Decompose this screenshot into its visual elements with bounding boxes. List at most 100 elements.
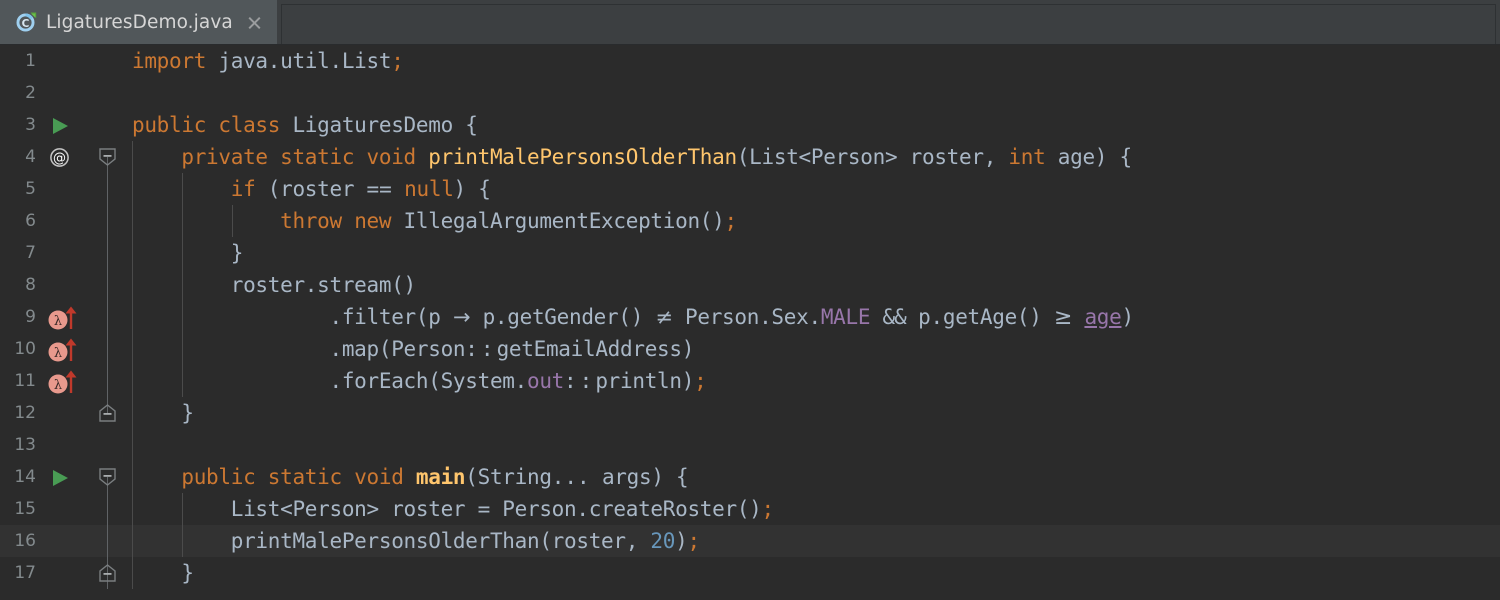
fold-region-end-icon[interactable] <box>97 403 118 423</box>
fold-area[interactable] <box>93 269 124 301</box>
code-line-6[interactable]: throw new IllegalArgumentException(); <box>124 205 1500 237</box>
code-line-1[interactable]: import java.util.List; <box>124 45 1500 77</box>
ligature-method-reference: :: <box>465 337 496 361</box>
code-line-2[interactable] <box>124 77 1500 109</box>
code-line-10[interactable]: .map(Person::getEmailAddress) <box>124 333 1500 365</box>
code-line-3[interactable]: public class LigaturesDemo { <box>124 109 1500 141</box>
code-line-8[interactable]: roster.stream() <box>124 269 1500 301</box>
token-main-params-start: (String <box>465 465 551 489</box>
run-class-icon[interactable] <box>53 118 68 134</box>
gutter-icon-area <box>41 205 93 237</box>
gutter-icon-area <box>41 461 93 493</box>
code-line-5[interactable]: if (roster == null) { <box>124 173 1500 205</box>
token-roster-assignment: List<Person> roster = Person.createRoste… <box>231 497 762 521</box>
fold-area[interactable] <box>93 141 124 173</box>
token-keyword-if: if <box>231 177 256 201</box>
gutter-icon-area <box>41 77 93 109</box>
gutter-icon-area: λ <box>41 365 93 397</box>
line-number: 11 <box>0 365 41 397</box>
fold-area[interactable] <box>93 205 124 237</box>
editor-line: 4 @ <box>0 141 1500 173</box>
fold-area[interactable] <box>93 237 124 269</box>
ligature-varargs-ellipsis: ... <box>552 465 590 489</box>
fold-area[interactable] <box>93 45 124 77</box>
editor-tab-bar: C LigaturesDemo.java <box>0 0 1500 45</box>
gutter-icon-area <box>41 109 93 141</box>
line-number: 3 <box>0 109 41 141</box>
line-number: 4 <box>0 141 41 173</box>
token-roster-stream: roster.stream() <box>231 273 416 297</box>
code-line-7[interactable]: } <box>124 237 1500 269</box>
code-line-16[interactable]: printMalePersonsOlderThan(roster, 20); <box>124 525 1500 557</box>
line-number: 7 <box>0 237 41 269</box>
fold-region-start-icon[interactable] <box>97 147 118 167</box>
code-line-17[interactable]: } <box>124 557 1500 589</box>
svg-text:C: C <box>22 18 30 30</box>
line-number: 17 <box>0 557 41 589</box>
fold-region-end-icon[interactable] <box>97 563 118 583</box>
fold-area[interactable] <box>93 77 124 109</box>
fold-area[interactable] <box>93 365 124 397</box>
token-parameter-age: age <box>1084 305 1121 329</box>
token-keyword-public: public <box>181 465 255 489</box>
fold-area[interactable] <box>93 525 124 557</box>
fold-area[interactable] <box>93 301 124 333</box>
editor-rows: 1 import java.util.List; 2 3 public clas… <box>0 45 1500 589</box>
line-number: 12 <box>0 397 41 429</box>
editor-tab-ligaturesdemo[interactable]: C LigaturesDemo.java <box>0 0 277 44</box>
close-icon[interactable] <box>246 14 263 31</box>
fold-area[interactable] <box>93 557 124 589</box>
token-close-paren: ) <box>675 529 687 553</box>
code-line-14[interactable]: public static void main(String... args) … <box>124 461 1500 493</box>
token-semicolon: ; <box>687 529 699 553</box>
gutter-icon-area: λ <box>41 333 93 365</box>
line-number: 2 <box>0 77 41 109</box>
code-line-11[interactable]: .forEach(System.out::println); <box>124 365 1500 397</box>
fold-area[interactable] <box>93 397 124 429</box>
fold-area[interactable] <box>93 493 124 525</box>
lambda-gutter-icon[interactable]: λ <box>46 337 88 362</box>
line-number: 6 <box>0 205 41 237</box>
token-keyword-int: int <box>1008 145 1045 169</box>
ligature-not-equals: ≠ <box>655 305 672 329</box>
code-line-13[interactable] <box>124 429 1500 461</box>
editor-line: 2 <box>0 77 1500 109</box>
editor-line: 7 } <box>0 237 1500 269</box>
token-foreach-open: .forEach(System. <box>330 369 528 393</box>
code-editor[interactable]: 1 import java.util.List; 2 3 public clas… <box>0 45 1500 600</box>
code-line-4[interactable]: private static void printMalePersonsOlde… <box>124 141 1500 173</box>
gutter-icon-area <box>41 173 93 205</box>
token-params-end: age) { <box>1045 145 1131 169</box>
gutter-icon-area <box>41 525 93 557</box>
svg-text:@: @ <box>53 151 66 166</box>
token-close-brace: } <box>231 241 243 265</box>
token-get-email-address: getEmailAddress) <box>497 337 695 361</box>
token-exception-call: IllegalArgumentException() <box>391 209 724 233</box>
editor-line: 8 roster.stream() <box>0 269 1500 301</box>
run-method-icon[interactable] <box>53 470 68 486</box>
editor-line: 12 } <box>0 397 1500 429</box>
editor-line-current: 16 printMalePersonsOlderThan(roster, 20)… <box>0 525 1500 557</box>
editor-tab-label: LigaturesDemo.java <box>46 12 233 33</box>
token-method-call: printMalePersonsOlderThan(roster, <box>231 529 651 553</box>
gutter-icon-area <box>41 429 93 461</box>
code-line-12[interactable]: } <box>124 397 1500 429</box>
gutter-icon-area <box>41 269 93 301</box>
lambda-gutter-icon[interactable]: λ <box>46 305 88 330</box>
fold-area[interactable] <box>93 333 124 365</box>
token-get-age: p.getAge() <box>906 305 1054 329</box>
token-method-declaration-main: main <box>416 465 465 489</box>
fold-region-start-icon[interactable] <box>97 467 118 487</box>
code-line-9[interactable]: .filter(p → p.getGender() ≠ Person.Sex.M… <box>124 301 1500 333</box>
gutter-icon-area <box>41 45 93 77</box>
fold-area[interactable] <box>93 173 124 205</box>
token-keyword-void: void <box>367 145 416 169</box>
code-line-15[interactable]: List<Person> roster = Person.createRoste… <box>124 493 1500 525</box>
override-method-icon[interactable]: @ <box>50 148 69 167</box>
line-number: 1 <box>0 45 41 77</box>
fold-area[interactable] <box>93 429 124 461</box>
fold-area[interactable] <box>93 109 124 141</box>
line-number: 13 <box>0 429 41 461</box>
lambda-gutter-icon[interactable]: λ <box>46 369 88 394</box>
fold-area[interactable] <box>93 461 124 493</box>
